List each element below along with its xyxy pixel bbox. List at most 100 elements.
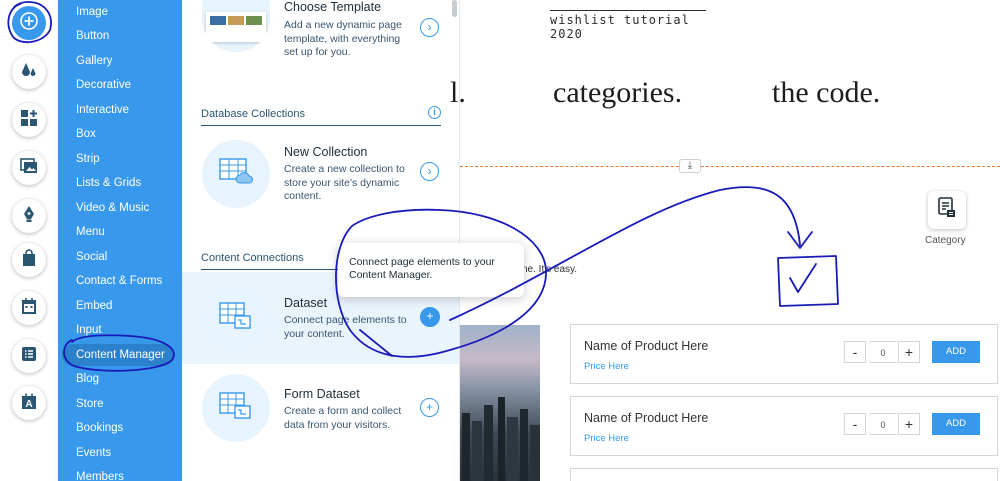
apps-grid-icon — [19, 108, 39, 133]
category-item[interactable]: Events — [76, 447, 111, 459]
dataset-desc: Connect page elements to your content. — [284, 314, 407, 340]
table-cloud-icon — [218, 157, 254, 192]
plus-icon: + — [425, 400, 433, 414]
text-button[interactable]: A — [12, 386, 46, 420]
category-item[interactable]: Social — [76, 251, 107, 263]
download-arrow-icon: ⤓ — [687, 160, 693, 171]
content-button[interactable] — [12, 339, 46, 373]
annotation-arrowhead — [787, 231, 813, 249]
product-card — [570, 468, 998, 481]
store-button[interactable] — [12, 243, 46, 277]
add-elements-button[interactable] — [12, 6, 46, 40]
category-item[interactable]: Strip — [76, 153, 100, 165]
strip-boundary-line — [460, 166, 1000, 167]
category-item[interactable]: Embed — [76, 300, 112, 312]
body-text-fragment: ne. It's easy. — [522, 264, 578, 275]
category-item[interactable]: Bookings — [76, 422, 123, 434]
product-price: Price Here — [584, 361, 629, 372]
media-button[interactable] — [12, 151, 46, 185]
apps-button[interactable] — [12, 103, 46, 137]
choose-template-desc: Add a new dynamic page template, with ev… — [284, 19, 402, 58]
form-dataset-title: Form Dataset — [284, 387, 360, 401]
category-item[interactable]: Gallery — [76, 55, 112, 67]
pen-nib-icon — [19, 204, 39, 229]
chevron-right-icon: › — [427, 20, 432, 34]
add-panel-rail: A — [0, 0, 58, 481]
add-to-cart-button[interactable]: ADD — [932, 341, 980, 363]
plus-icon — [19, 11, 39, 36]
category-item[interactable]: Button — [76, 30, 109, 42]
form-dataset-thumbnail — [202, 374, 270, 442]
hero-word: l. — [450, 76, 466, 109]
annotation-checkmark — [789, 263, 817, 293]
category-item[interactable]: Decorative — [76, 79, 131, 91]
category-widget-label: Category — [925, 235, 966, 246]
qty-increment-button[interactable]: + — [898, 341, 920, 363]
category-item[interactable]: Contact & Forms — [76, 275, 162, 287]
category-item[interactable]: Video & Music — [76, 202, 149, 214]
new-collection-title: New Collection — [284, 145, 368, 159]
category-item[interactable]: Image — [76, 6, 108, 18]
form-dataset-add-button[interactable]: + — [420, 398, 439, 417]
form-dataset-icon — [218, 391, 254, 426]
strip-resize-handle[interactable]: ⤓ — [679, 159, 701, 173]
product-card: Name of Product Here Price Here - 0 + AD… — [570, 324, 998, 384]
new-collection-item[interactable]: New Collection Create a new collection t… — [182, 140, 459, 232]
category-list: Image Button Gallery Decorative Interact… — [58, 0, 182, 481]
info-icon[interactable]: i — [428, 106, 441, 119]
section-title-text: Database Collections — [201, 108, 305, 120]
city-skyline-image — [460, 325, 540, 481]
qty-value[interactable]: 0 — [870, 413, 896, 435]
dataset-widget-icon — [937, 196, 957, 224]
choose-template-item[interactable]: Choose Template Add a new dynamic page t… — [182, 0, 459, 72]
plus-icon: + — [426, 309, 434, 323]
choose-template-button[interactable]: › — [420, 18, 439, 37]
dataset-tooltip: Connect page elements to your Content Ma… — [338, 243, 524, 297]
category-item[interactable]: Lists & Grids — [76, 177, 141, 189]
category-item[interactable]: Menu — [76, 226, 105, 238]
dataset-thumbnail — [202, 284, 270, 352]
category-item-selected[interactable]: Content Manager — [62, 344, 174, 366]
list-icon — [19, 344, 39, 369]
content-manager-panel: Choose Template Add a new dynamic page t… — [182, 0, 460, 481]
database-collections-heading: Database Collections i — [201, 106, 441, 126]
form-dataset-desc: Create a form and collect data from your… — [284, 405, 402, 431]
dataset-title: Dataset — [284, 296, 328, 310]
theme-button[interactable] — [12, 55, 46, 89]
calendar-icon — [19, 296, 39, 321]
dataset-add-button[interactable]: + — [420, 307, 440, 327]
dataset-icon — [218, 301, 254, 336]
annotation-box — [777, 255, 839, 307]
category-item[interactable]: Input — [76, 324, 102, 336]
qty-increment-button[interactable]: + — [898, 413, 920, 435]
page-header-text: wishlist tutorial 2020 — [550, 10, 706, 41]
template-thumbnail — [202, 0, 270, 52]
chevron-right-icon: › — [427, 164, 432, 178]
category-item[interactable]: Box — [76, 128, 96, 140]
qty-value[interactable]: 0 — [870, 341, 896, 363]
panel-scrollbar[interactable] — [452, 0, 457, 17]
choose-template-title: Choose Template — [284, 0, 382, 14]
svg-text:A: A — [25, 399, 32, 410]
hero-word: the code. — [772, 76, 881, 109]
category-item[interactable]: Store — [76, 398, 104, 410]
add-to-cart-button[interactable]: ADD — [932, 413, 980, 435]
product-name: Name of Product Here — [584, 339, 709, 353]
form-dataset-item[interactable]: Form Dataset Create a form and collect d… — [182, 374, 459, 466]
text-icon: A — [19, 391, 39, 416]
shopping-bag-icon — [19, 248, 39, 273]
qty-decrement-button[interactable]: - — [844, 341, 866, 363]
qty-decrement-button[interactable]: - — [844, 413, 866, 435]
blog-button[interactable] — [12, 199, 46, 233]
category-dataset-widget[interactable] — [928, 191, 966, 229]
bookings-button[interactable] — [12, 291, 46, 325]
category-item[interactable]: Blog — [76, 373, 99, 385]
product-name: Name of Product Here — [584, 411, 709, 425]
product-price: Price Here — [584, 433, 629, 444]
category-item[interactable]: Interactive — [76, 104, 129, 116]
new-collection-button[interactable]: › — [420, 162, 439, 181]
theme-drop-icon — [19, 60, 39, 85]
hero-word: categories. — [553, 76, 683, 109]
category-item[interactable]: Members — [76, 471, 124, 481]
collection-thumbnail — [202, 140, 270, 208]
